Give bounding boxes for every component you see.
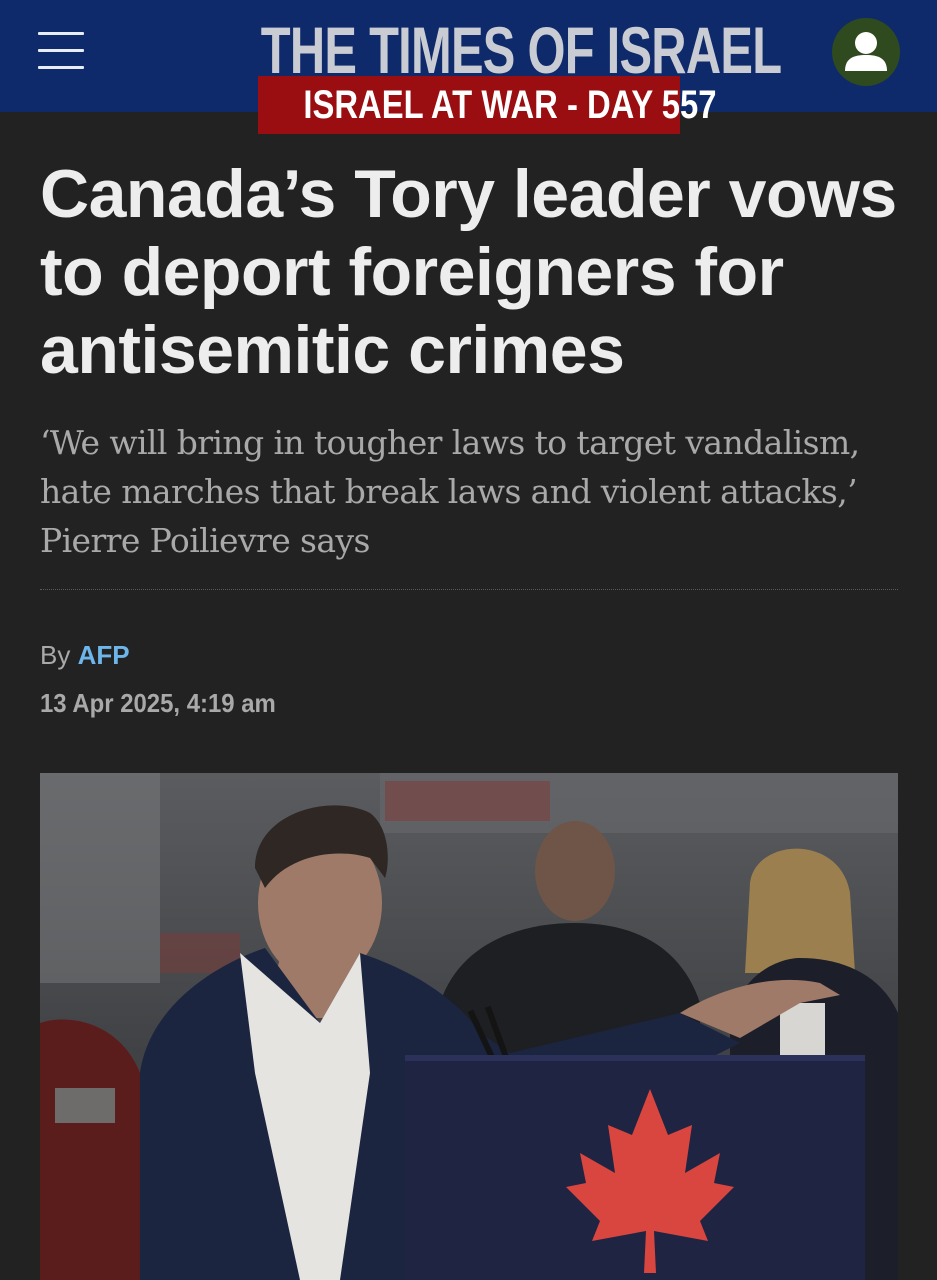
- war-banner-label: ISRAEL AT WAR - DAY 557: [303, 83, 717, 127]
- byline-prefix: By: [40, 640, 71, 670]
- article-subheadline: ‘We will bring in tougher laws to target…: [40, 423, 860, 560]
- article-hero-photo[interactable]: [40, 773, 898, 1280]
- article-byline: By AFP: [40, 638, 130, 672]
- author-link[interactable]: AFP: [78, 640, 130, 670]
- hamburger-menu-icon[interactable]: [38, 32, 84, 72]
- publish-date: 13 Apr 2025, 4:19 am: [40, 688, 276, 718]
- article-headline: Canada’s Tory leader vows to deport fore…: [40, 156, 897, 388]
- press-conference-photo: [40, 773, 898, 1280]
- menu-line: [38, 49, 84, 52]
- israel-at-war-banner[interactable]: ISRAEL AT WAR - DAY 557: [258, 76, 716, 134]
- menu-line: [38, 66, 84, 69]
- section-divider: [40, 589, 898, 590]
- menu-line: [38, 32, 84, 35]
- user-account-icon[interactable]: [832, 18, 900, 86]
- user-silhouette-icon: [845, 32, 887, 71]
